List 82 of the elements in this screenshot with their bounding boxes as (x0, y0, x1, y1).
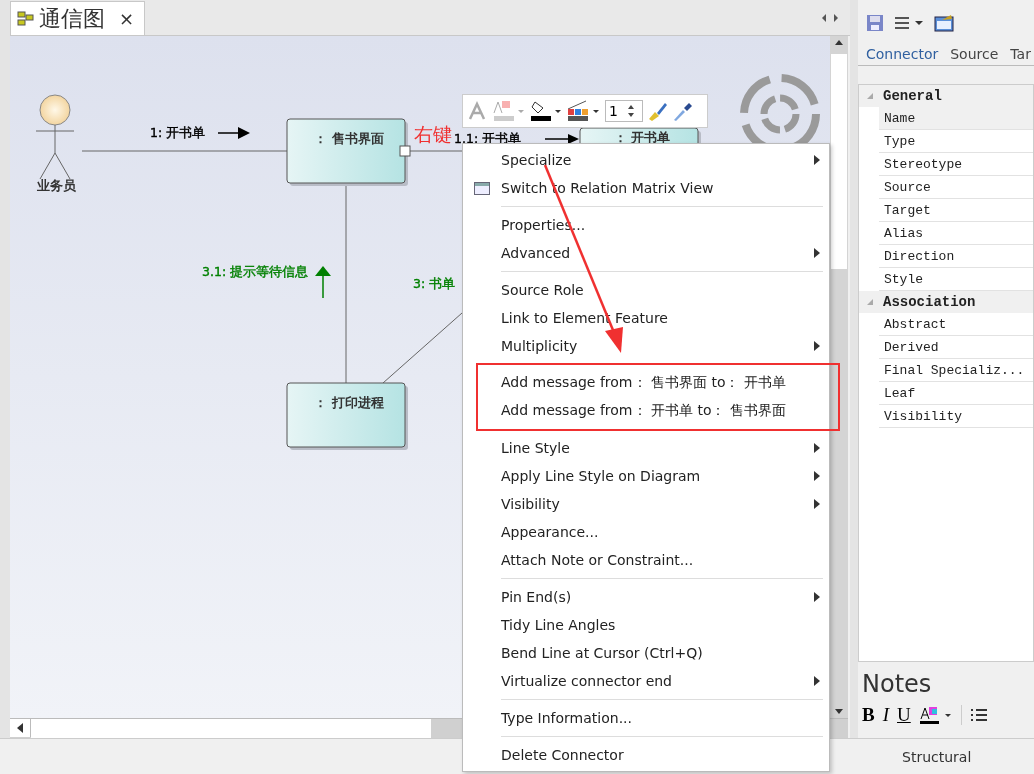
vertical-scrollbar[interactable] (830, 36, 848, 718)
property-name: Source (883, 179, 931, 195)
font-color-icon[interactable] (918, 705, 953, 725)
diagram-tab[interactable]: 通信图 × (10, 1, 146, 35)
menu-item[interactable]: Pin End(s) (463, 583, 829, 611)
property-name: Type (883, 133, 916, 149)
menu-item[interactable]: Apply Line Style on Diagram (463, 462, 829, 490)
message-arrow (544, 134, 579, 144)
message-label: 1: 开书单 (150, 125, 206, 140)
fill-color-icon[interactable] (492, 99, 526, 123)
format-button[interactable]: U (897, 704, 911, 726)
submenu-arrow-icon (813, 676, 821, 686)
menu-item[interactable]: Add message from： 开书单 to： 售书界面 (463, 397, 829, 425)
menu-item[interactable]: Tidy Line Angles (463, 611, 829, 639)
message-label: 3.1: 提示等待信息 (202, 264, 309, 279)
menu-item[interactable]: Source Role (463, 276, 829, 304)
submenu-arrow-icon (813, 471, 821, 481)
menu-item[interactable]: Type Information... (463, 704, 829, 732)
menu-item[interactable]: Advanced (463, 239, 829, 267)
properties-tab[interactable]: Tar (1010, 46, 1031, 65)
submenu-arrow-icon (813, 592, 821, 602)
property-name: Direction (883, 248, 955, 264)
section-title: General (883, 88, 942, 104)
menu-icon[interactable] (894, 16, 924, 30)
message-arrow (217, 127, 250, 139)
property-name: Derived (883, 339, 939, 355)
line-width-field[interactable]: 1 (605, 100, 643, 122)
menu-item[interactable]: Delete Connector (463, 741, 829, 769)
object-name: ： 打印进程 (314, 395, 384, 410)
property-name: Abstract (883, 316, 947, 332)
window-icon[interactable] (934, 14, 954, 32)
menu-item[interactable]: Visibility (463, 490, 829, 518)
property-name: Alias (883, 225, 923, 241)
actor-figure[interactable] (35, 94, 75, 180)
property-name: Leaf (883, 385, 916, 401)
notes-title: Notes (862, 670, 932, 698)
matrix-view-icon (474, 181, 490, 195)
property-name: Stereotype (883, 156, 962, 172)
line-color-icon[interactable] (566, 99, 602, 123)
brush-icon[interactable] (646, 100, 668, 122)
annotation-text: 右键 (414, 122, 452, 147)
menu-item[interactable]: Multiplicity (463, 332, 829, 360)
actor-name: 业务员 (36, 178, 76, 193)
property-name: Style (883, 271, 923, 287)
object-name: ： 开书单 (613, 130, 671, 145)
property-name: Name (883, 110, 916, 126)
message-arrow (315, 266, 331, 299)
section-title: Association (883, 294, 976, 310)
property-name: Final Specializ... (883, 362, 1025, 378)
submenu-arrow-icon (813, 499, 821, 509)
submenu-arrow-icon (813, 443, 821, 453)
bullet-list-icon[interactable] (969, 707, 988, 723)
save-icon[interactable] (866, 14, 884, 32)
scroll-left-icon[interactable] (10, 719, 31, 737)
eyedropper-icon[interactable] (671, 100, 693, 122)
close-button[interactable]: × (119, 8, 135, 29)
message-label: 3: 书单 (413, 276, 456, 291)
format-button[interactable]: B (862, 704, 875, 726)
submenu-arrow-icon (813, 341, 821, 351)
selection-handle[interactable] (399, 145, 411, 157)
perspective-label[interactable]: Structural (902, 748, 972, 765)
object-node[interactable] (286, 118, 406, 184)
paint-bucket-icon[interactable] (529, 99, 563, 123)
menu-item[interactable]: Bend Line at Cursor (Ctrl+Q) (463, 639, 829, 667)
menu-item[interactable]: Add message from： 售书界面 to： 开书单 (463, 369, 829, 397)
property-name: Target (883, 202, 931, 218)
properties-tab[interactable]: Connector (866, 46, 939, 65)
object-name: ： 售书界面 (314, 131, 384, 146)
menu-item[interactable]: Attach Note or Constraint... (463, 546, 829, 574)
menu-item[interactable]: Line Style (463, 434, 829, 462)
tab-title: 通信图 (39, 4, 105, 33)
submenu-arrow-icon (813, 248, 821, 258)
menu-item[interactable]: Virtualize connector end (463, 667, 829, 695)
properties-tab[interactable]: Source (950, 46, 999, 65)
object-node[interactable] (286, 382, 406, 448)
format-button[interactable]: I (882, 704, 889, 726)
scroll-thumb[interactable] (31, 719, 431, 738)
submenu-arrow-icon (813, 155, 821, 165)
property-name: Visibility (883, 408, 962, 424)
menu-item[interactable]: Specialize (463, 146, 829, 174)
menu-item[interactable]: Appearance... (463, 518, 829, 546)
diagram-icon (17, 10, 35, 27)
